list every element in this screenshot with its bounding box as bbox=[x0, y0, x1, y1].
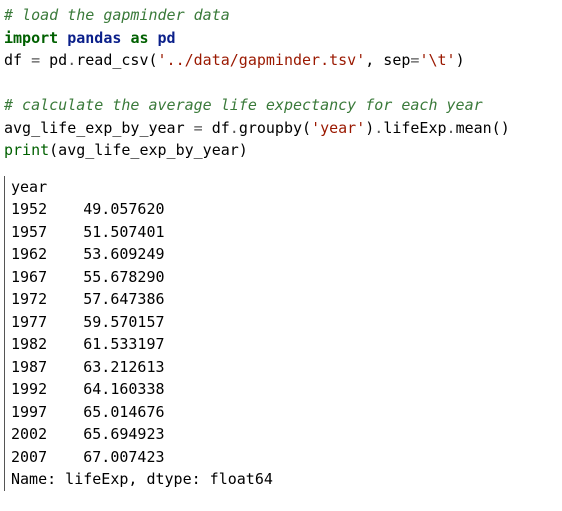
ident-df: df bbox=[4, 51, 31, 69]
output-row: 2002 65.694923 bbox=[11, 425, 165, 443]
mod-pd: pd bbox=[158, 29, 176, 47]
ident-groupby: groupby( bbox=[239, 119, 311, 137]
output-header: year bbox=[11, 178, 47, 196]
output-row: 1997 65.014676 bbox=[11, 403, 165, 421]
output-row: 1967 55.678290 bbox=[11, 268, 165, 286]
output-block: year 1952 49.057620 1957 51.507401 1962 … bbox=[4, 176, 558, 491]
comment-load: # load the gapminder data bbox=[4, 6, 230, 24]
op-dot3: . bbox=[374, 119, 383, 137]
output-row: 1977 59.570157 bbox=[11, 313, 165, 331]
op-dot2: . bbox=[230, 119, 239, 137]
output-row: 1972 57.647386 bbox=[11, 290, 165, 308]
output-row: 1962 53.609249 bbox=[11, 245, 165, 263]
func-print: print bbox=[4, 141, 49, 159]
str-path: '../data/gapminder.tsv' bbox=[158, 51, 366, 69]
op-dot: . bbox=[67, 51, 76, 69]
ident-lifeexp: lifeExp bbox=[383, 119, 446, 137]
ident-pd: pd bbox=[40, 51, 67, 69]
op-eq3: = bbox=[194, 119, 203, 137]
output-row: 1952 49.057620 bbox=[11, 200, 165, 218]
op-eq: = bbox=[31, 51, 40, 69]
op-dot4: . bbox=[447, 119, 456, 137]
code-block: # load the gapminder data import pandas … bbox=[4, 4, 558, 162]
paren-close: ) bbox=[456, 51, 465, 69]
output-row: 1987 63.212613 bbox=[11, 358, 165, 376]
output-row: 1992 64.160338 bbox=[11, 380, 165, 398]
ident-sep: , sep bbox=[365, 51, 410, 69]
mod-pandas: pandas bbox=[67, 29, 121, 47]
kw-import: import bbox=[4, 29, 58, 47]
output-row: 1982 61.533197 bbox=[11, 335, 165, 353]
output-footer: Name: lifeExp, dtype: float64 bbox=[11, 470, 273, 488]
ident-readcsv: read_csv( bbox=[76, 51, 157, 69]
ident-mean: mean() bbox=[456, 119, 510, 137]
ident-avg: avg_life_exp_by_year bbox=[4, 119, 194, 137]
str-tab: '\t' bbox=[419, 51, 455, 69]
ident-df2: df bbox=[203, 119, 230, 137]
str-year: 'year' bbox=[311, 119, 365, 137]
kw-as: as bbox=[130, 29, 148, 47]
paren-close2: ) bbox=[365, 119, 374, 137]
print-args: (avg_life_exp_by_year) bbox=[49, 141, 248, 159]
comment-calc: # calculate the average life expectancy … bbox=[4, 96, 483, 114]
blank-line bbox=[4, 74, 13, 92]
output-row: 1957 51.507401 bbox=[11, 223, 165, 241]
output-row: 2007 67.007423 bbox=[11, 448, 165, 466]
